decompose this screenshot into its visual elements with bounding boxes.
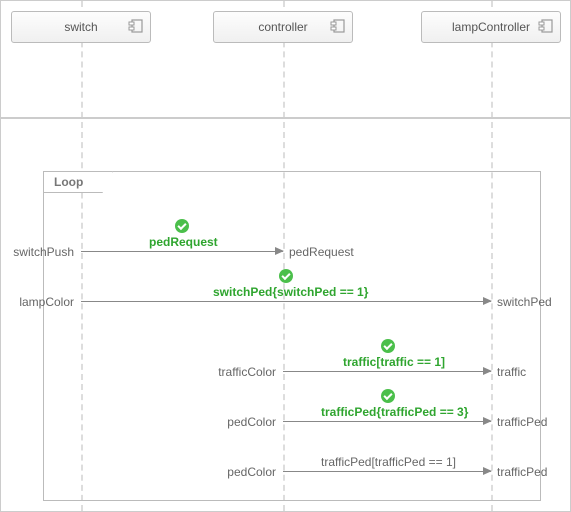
message-send-gate: pedColor (227, 465, 276, 479)
message-send-gate: lampColor (19, 295, 74, 309)
lifeline-controller[interactable]: controller (213, 11, 353, 43)
message-send-gate: switchPush (13, 245, 74, 259)
message-label: traffic[traffic == 1] (343, 355, 445, 369)
header-separator (1, 117, 570, 119)
loop-operator-tab: Loop (43, 171, 113, 193)
sequence-diagram-canvas: switch controller lampController Loop pe… (0, 0, 571, 512)
message-recv-gate: trafficPed (497, 465, 547, 479)
component-icon (538, 18, 554, 34)
message-switchped[interactable] (81, 301, 491, 302)
status-ok-icon (175, 219, 189, 233)
lifeline-switch[interactable]: switch (11, 11, 151, 43)
message-label: trafficPed{trafficPed == 3} (321, 405, 468, 419)
message-label: trafficPed[trafficPed == 1] (321, 455, 456, 469)
message-recv-gate: switchPed (497, 295, 552, 309)
message-traffic[interactable] (283, 371, 491, 372)
message-label: pedRequest (149, 235, 218, 249)
status-ok-icon (381, 389, 395, 403)
status-ok-icon (381, 339, 395, 353)
message-pedrequest[interactable] (81, 251, 283, 252)
message-trafficped-3[interactable] (283, 421, 491, 422)
loop-fragment[interactable]: Loop (43, 171, 541, 501)
message-label: switchPed{switchPed == 1} (213, 285, 368, 299)
message-send-gate: trafficColor (218, 365, 276, 379)
component-icon (330, 18, 346, 34)
loop-label: Loop (54, 175, 83, 189)
message-recv-gate: pedRequest (289, 245, 354, 259)
lifeline-lampcontroller[interactable]: lampController (421, 11, 561, 43)
message-send-gate: pedColor (227, 415, 276, 429)
component-icon (128, 18, 144, 34)
status-ok-icon (279, 269, 293, 283)
message-recv-gate: trafficPed (497, 415, 547, 429)
message-trafficped-1[interactable] (283, 471, 491, 472)
lifeline-label: switch (64, 20, 97, 34)
lifeline-label: controller (258, 20, 307, 34)
lifeline-label: lampController (452, 20, 530, 34)
message-recv-gate: traffic (497, 365, 526, 379)
